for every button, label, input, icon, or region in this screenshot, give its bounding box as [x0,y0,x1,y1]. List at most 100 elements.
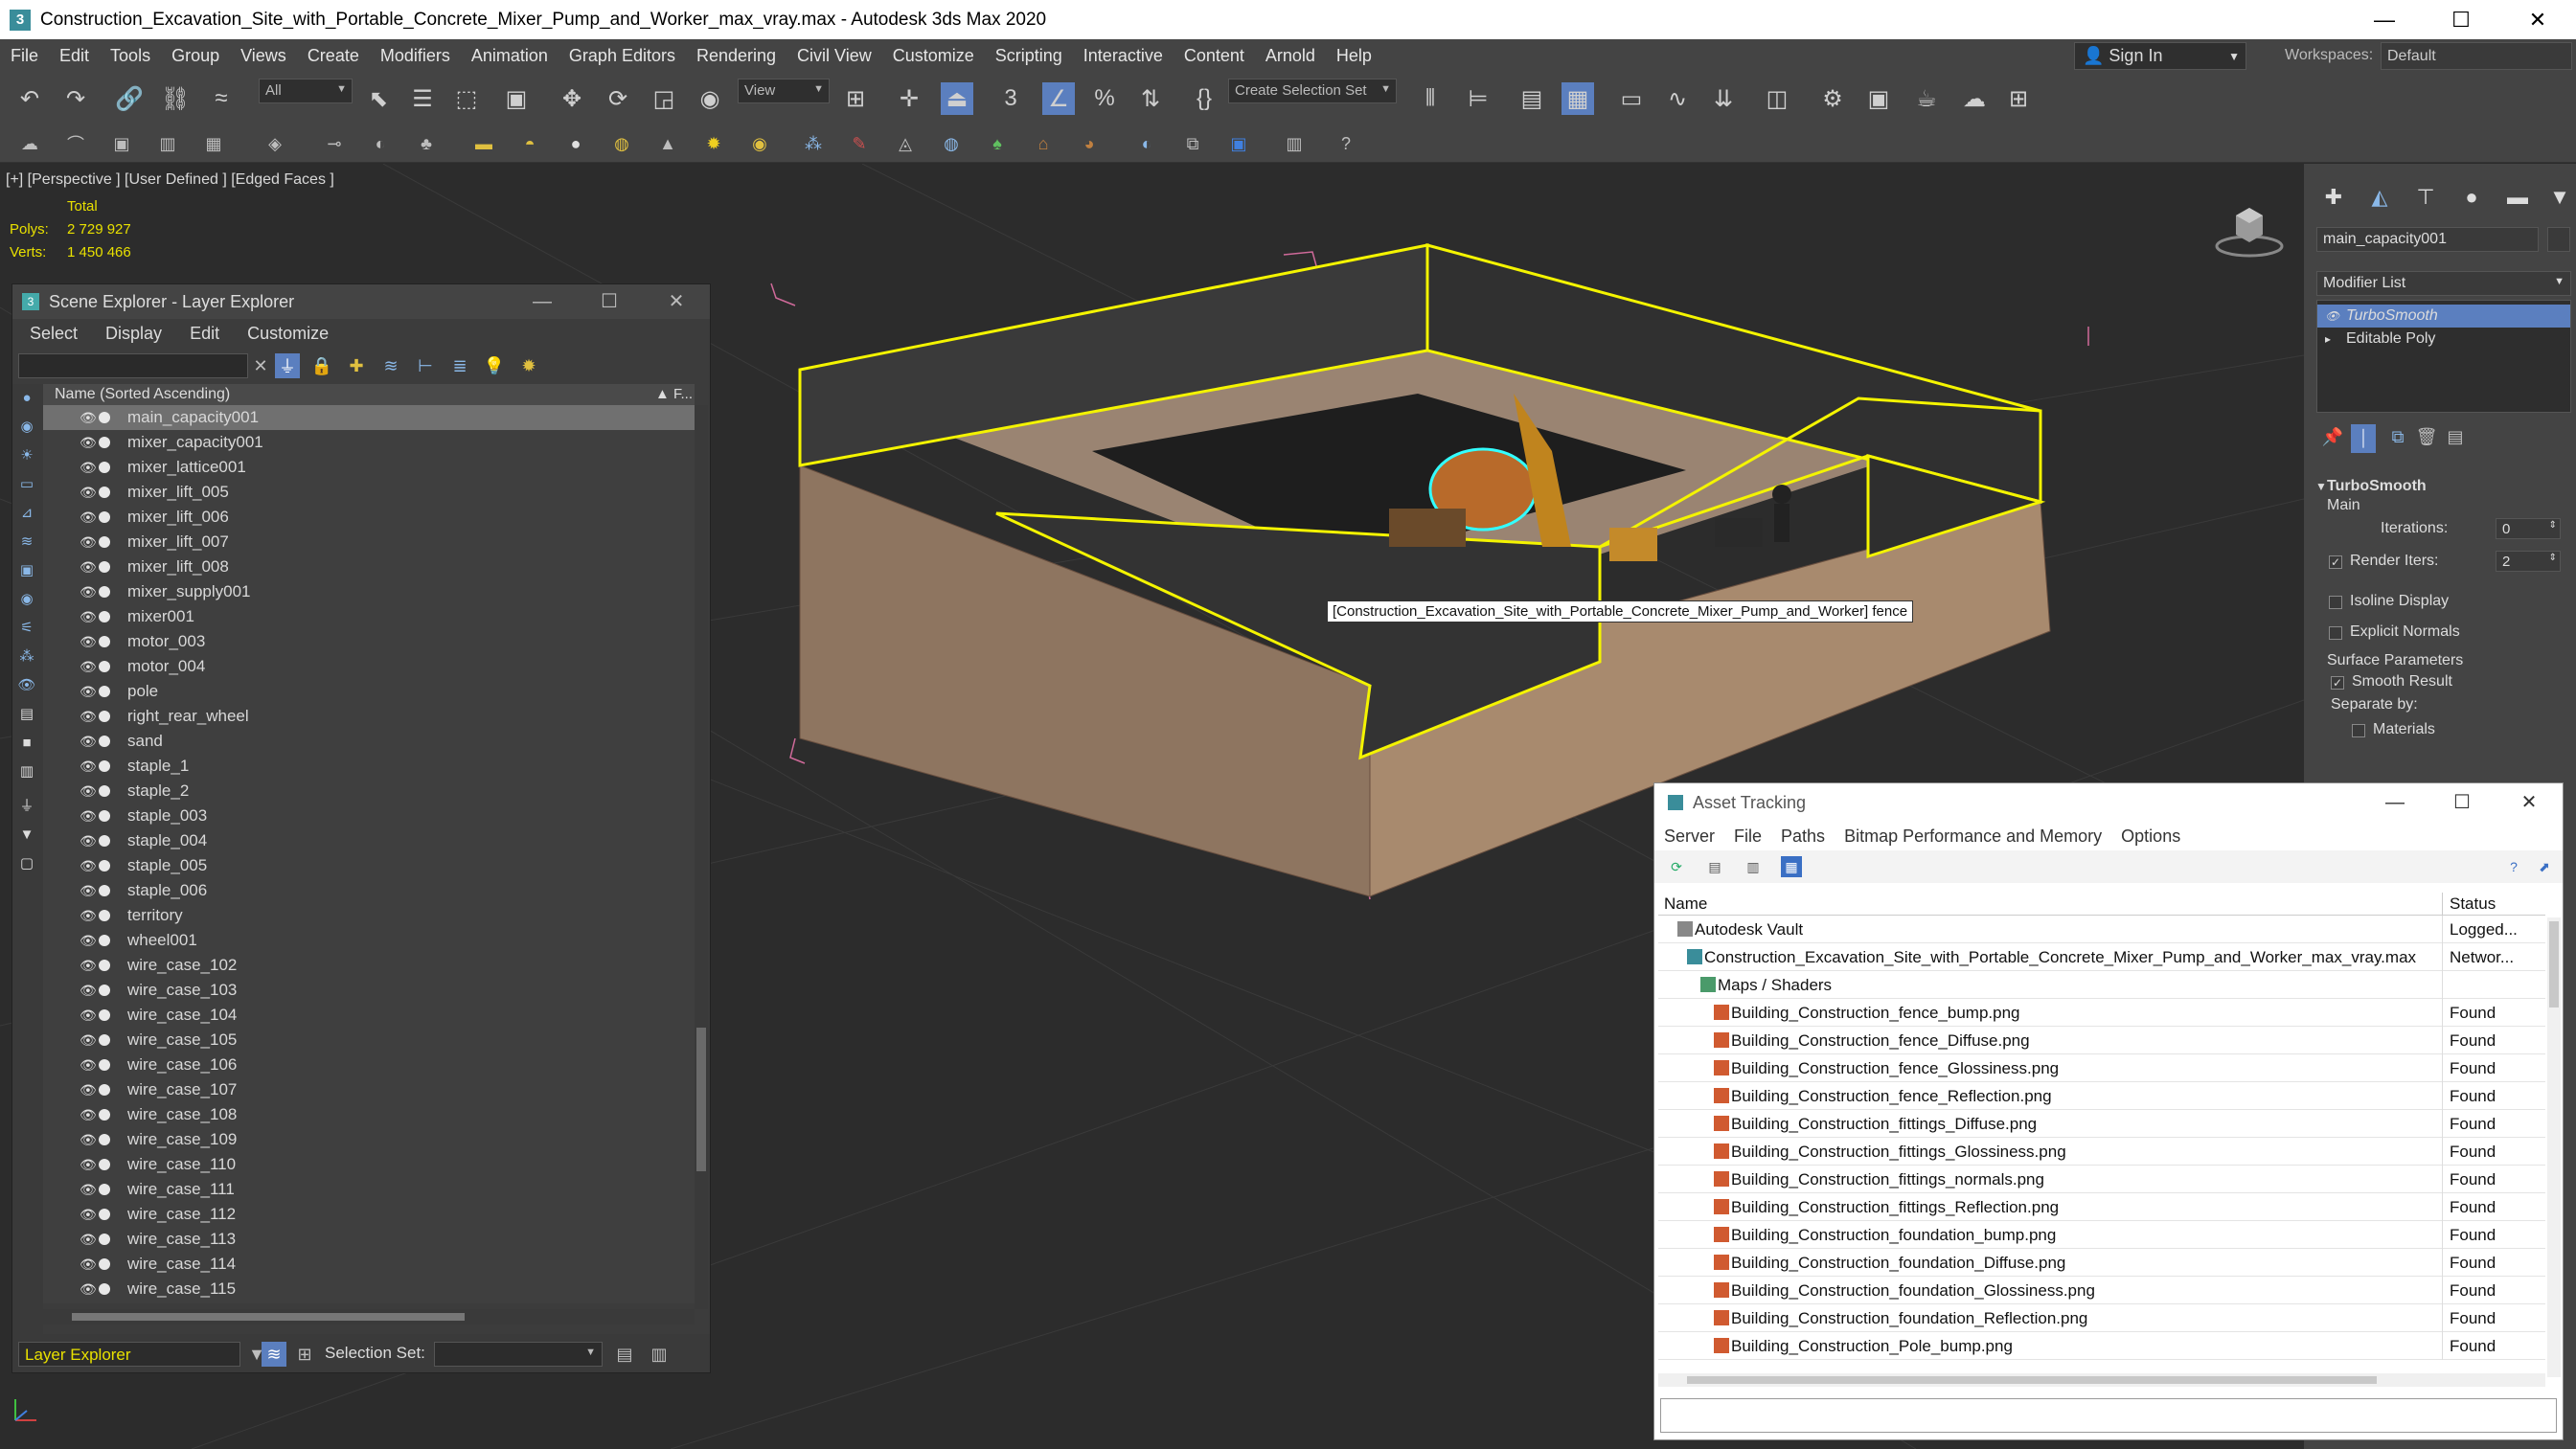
menu-interactive[interactable]: Interactive [1073,46,1174,66]
scene-object-row[interactable]: 👁 mixer_lift_007 [43,530,695,555]
workspaces-dropdown[interactable]: Default [2381,42,2572,70]
column-header-name[interactable]: Name (Sorted Ascending) ▲ F... [43,384,695,405]
grid-view-icon[interactable]: ▦ [1781,856,1802,877]
spinner-arrows-icon[interactable]: ⇕ [2549,520,2557,531]
render-dot-icon[interactable] [99,935,110,946]
create-layer-icon[interactable]: ✚ [344,353,369,378]
placement-icon[interactable]: ◉ [694,82,726,115]
render-dot-icon[interactable] [99,736,110,747]
at-menu-bitmap-performance[interactable]: Bitmap Performance and Memory [1835,826,2111,847]
minimize-button[interactable]: — [2361,783,2428,822]
hscrollbar-thumb[interactable] [1687,1376,2377,1384]
scene-object-row[interactable]: 👁 wire_case_104 [43,1003,695,1028]
hscrollbar-thumb[interactable] [72,1313,465,1321]
render-production-icon[interactable]: ☕ [1910,82,1943,115]
eye-icon[interactable]: 👁 [80,534,97,551]
window-crossing-icon[interactable]: ▣ [500,82,533,115]
eye-icon[interactable]: 👁 [80,734,97,750]
asset-row[interactable]: Building_Construction_Pole_bump.png Found [1658,1332,2545,1360]
fur-icon[interactable]: ◍ [939,131,964,156]
menu-tools[interactable]: Tools [100,46,161,66]
spinner-snap-icon[interactable]: ⇅ [1134,82,1167,115]
add-to-layer-icon[interactable]: ≋ [378,353,403,378]
asset-row[interactable]: Building_Construction_fittings_normals.p… [1658,1166,2545,1193]
scene-object-row[interactable]: 👁 sand [43,729,695,754]
scene-object-row[interactable]: 👁 mixer_lift_008 [43,555,695,579]
explicit-normals-checkbox[interactable] [2329,626,2342,640]
scene-object-row[interactable]: 👁 right_rear_wheel [43,704,695,729]
scene-object-row[interactable]: 👁 staple_2 [43,779,695,804]
render-dot-icon[interactable] [99,511,110,523]
hierarchy-tab-icon[interactable]: ⊤ [2409,181,2442,214]
scene-object-row[interactable]: 👁 wire_case_103 [43,978,695,1003]
eye-icon[interactable]: 👁 [80,1032,97,1049]
render-dot-icon[interactable] [99,835,110,847]
scene-object-row[interactable]: 👁 mixer001 [43,604,695,629]
stack-item-turbosmooth[interactable]: 👁 TurboSmooth [2317,305,2570,328]
select-by-name-icon[interactable]: ☰ [406,82,439,115]
asset-row[interactable]: Building_Construction_fence_bump.png Foun… [1658,999,2545,1027]
scene-object-row[interactable]: 👁 staple_1 [43,754,695,779]
close-button[interactable]: ✕ [2499,0,2576,39]
scene-explorer-window[interactable]: 3 Scene Explorer - Layer Explorer — ☐ ✕ … [11,283,711,1373]
selection-filter-dropdown[interactable]: All ▼ [259,79,353,103]
close-button[interactable]: ✕ [643,284,710,319]
render-dot-icon[interactable] [99,810,110,822]
schematic-view-icon[interactable]: ⇊ [1707,82,1740,115]
remove-modifier-icon[interactable]: 🗑 [2414,424,2439,449]
key-icon[interactable]: ⊸ [322,131,347,156]
menu-create[interactable]: Create [297,46,370,66]
eye-icon[interactable]: 👁 [80,908,97,924]
eye-icon[interactable]: 👁 [80,1281,97,1298]
motion-tab-icon[interactable]: ● [2455,181,2488,214]
asset-row[interactable]: Autodesk Vault Logged... [1658,916,2545,943]
asset-row[interactable]: Building_Construction_fence_Glossiness.p… [1658,1054,2545,1082]
menu-civil-view[interactable]: Civil View [786,46,882,66]
render-dot-icon[interactable] [99,1109,110,1121]
rollout-title[interactable]: TurboSmooth [2327,478,2427,495]
bone-icon[interactable]: ◐ [368,131,393,156]
render-iters-spinner[interactable]: 2 ⇕ [2496,551,2561,572]
scene-object-row[interactable]: 👁 mixer_lift_005 [43,480,695,505]
menu-edit[interactable]: Edit [49,46,100,66]
render-setup-icon[interactable]: ⚙ [1816,82,1849,115]
eye-icon[interactable]: 👁 [80,1132,97,1148]
hemisphere-icon[interactable]: ◓ [517,131,542,156]
create-tab-icon[interactable]: ✚ [2317,181,2350,214]
asset-scrollbar[interactable] [2547,917,2561,1377]
scene-object-row[interactable]: 👁 main_capacity001 [43,405,695,430]
eye-icon[interactable]: 👁 [80,858,97,874]
list-view-icon[interactable]: ▤ [1704,856,1725,877]
keyboard-shortcut-icon[interactable]: ⏏ [941,82,973,115]
eye-icon[interactable]: 👁 [80,659,97,675]
asset-row[interactable]: Building_Construction_fittings_Glossines… [1658,1138,2545,1166]
move-icon[interactable]: ✥ [556,82,588,115]
eye-icon[interactable]: 👁 [80,709,97,725]
grid-small-icon[interactable]: ▦ [201,131,226,156]
select-object-icon[interactable]: ⬉ [362,82,395,115]
display-none-icon[interactable]: ▤ [16,704,37,725]
eye-icon[interactable]: 👁 [80,758,97,775]
manipulate-icon[interactable]: ✛ [893,82,925,115]
render-in-cloud-icon[interactable]: ☁ [1958,82,1991,115]
dynamics-icon[interactable]: ✎ [847,131,872,156]
table-view-icon[interactable]: ▥ [1743,856,1764,877]
render-dot-icon[interactable] [99,1234,110,1245]
se-menu-select[interactable]: Select [12,324,88,344]
scrollbar-thumb[interactable] [696,1028,706,1171]
help-icon[interactable]: ? [2503,856,2524,877]
pivot-center-icon[interactable]: ⊞ [839,82,872,115]
hierarchy-mode-icon[interactable]: ⊞ [292,1342,317,1367]
funnel-icon[interactable]: ▼ [16,825,37,846]
materials-checkbox[interactable] [2352,724,2365,737]
scene-list-scrollbar[interactable] [695,405,708,1309]
display-bones-icon[interactable]: ⚟ [16,618,37,639]
explorer-type-dropdown[interactable]: Layer Explorer [18,1342,240,1367]
eye-icon[interactable]: 👁 [80,1232,97,1248]
scene-object-row[interactable]: 👁 territory [43,903,695,928]
viewport-label[interactable]: [+] [Perspective ] [User Defined ] [Edge… [6,171,334,189]
redo-icon[interactable]: ↷ [59,82,92,115]
toggle-scene-explorer-icon[interactable]: ▤ [1516,82,1548,115]
eye-icon[interactable]: 👁 [80,435,97,451]
scene-object-row[interactable]: 👁 wire_case_111 [43,1177,695,1202]
